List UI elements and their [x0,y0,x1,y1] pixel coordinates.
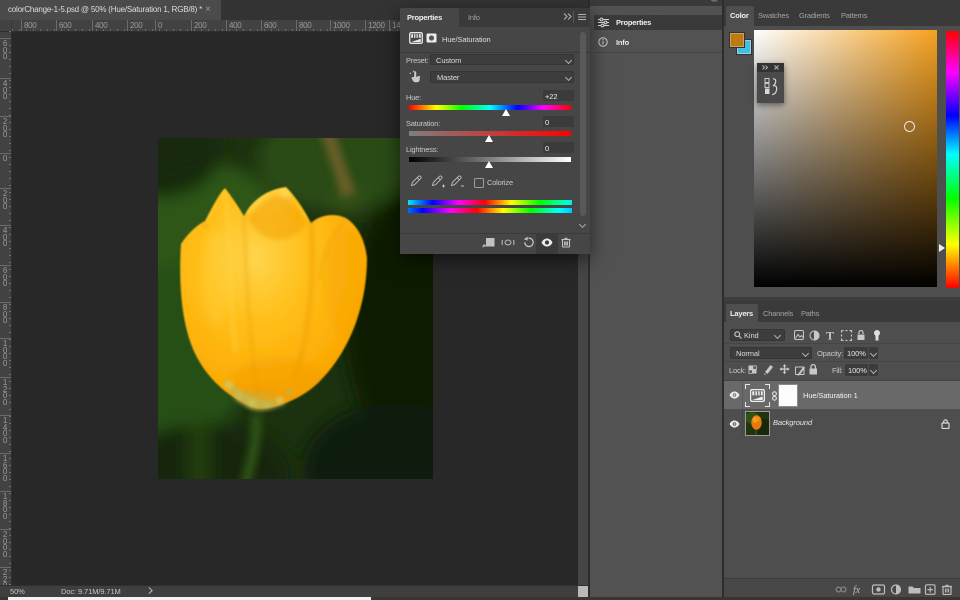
svg-text:fx: fx [853,585,861,595]
svg-text:T: T [826,330,834,341]
